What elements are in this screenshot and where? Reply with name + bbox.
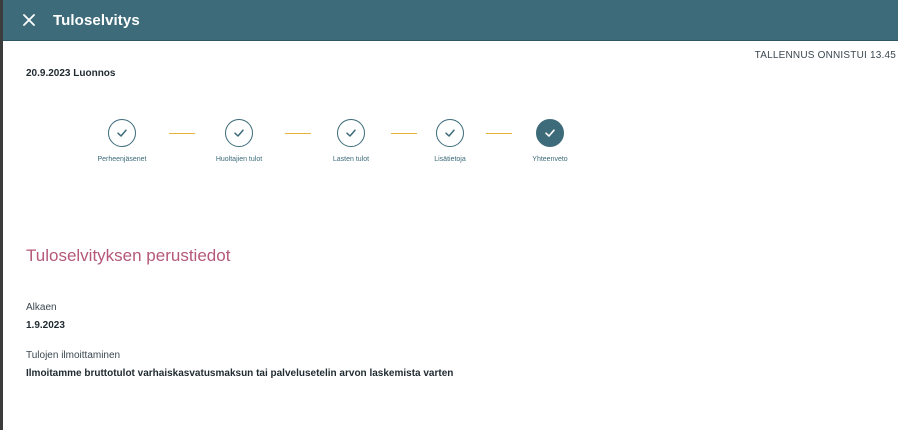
step-label: Lisätietoja [434,156,466,163]
field-label-alkaen: Alkaen [26,302,57,313]
step-circle [225,119,253,147]
check-icon [346,129,356,137]
close-icon [23,14,35,26]
step-label: Lasten tulot [332,156,370,163]
stepper: Perheenjäsenet Huoltajien tulot Lasten t… [79,119,599,169]
check-icon [445,129,455,137]
step-circle [108,119,136,147]
page-title: Tuloselvitys [53,11,140,29]
step-perheenjasenet[interactable]: Perheenjäsenet [72,119,172,163]
step-yhteenveto[interactable]: Yhteenveto [500,119,600,163]
step-huoltajien-tulot[interactable]: Huoltajien tulot [189,119,289,163]
close-button[interactable] [17,8,41,32]
field-value-alkaen: 1.9.2023 [26,320,65,331]
step-label: Huoltajien tulot [215,156,263,163]
step-lasten-tulot[interactable]: Lasten tulot [301,119,401,163]
section-title: Tuloselvityksen perustiedot [26,246,231,265]
check-icon [234,129,244,137]
page-frame: Tuloselvitys TALLENNUS ONNISTUI 13.45 20… [0,0,898,430]
step-circle [536,119,564,147]
step-lisatietoja[interactable]: Lisätietoja [400,119,500,163]
check-icon [545,129,555,137]
field-value-tulojen-ilmoittaminen: Ilmoitamme bruttotulot varhaiskasvatusma… [26,368,454,379]
step-circle [436,119,464,147]
step-label: Yhteenveto [532,156,568,163]
top-bar: Tuloselvitys [3,0,898,41]
check-icon [117,129,127,137]
step-label: Perheenjäsenet [97,156,147,163]
draft-label: 20.9.2023 Luonnos [26,68,116,79]
step-circle [337,119,365,147]
field-label-tulojen-ilmoittaminen: Tulojen ilmoittaminen [26,350,121,361]
save-status: TALLENNUS ONNISTUI 13.45 [754,50,896,61]
